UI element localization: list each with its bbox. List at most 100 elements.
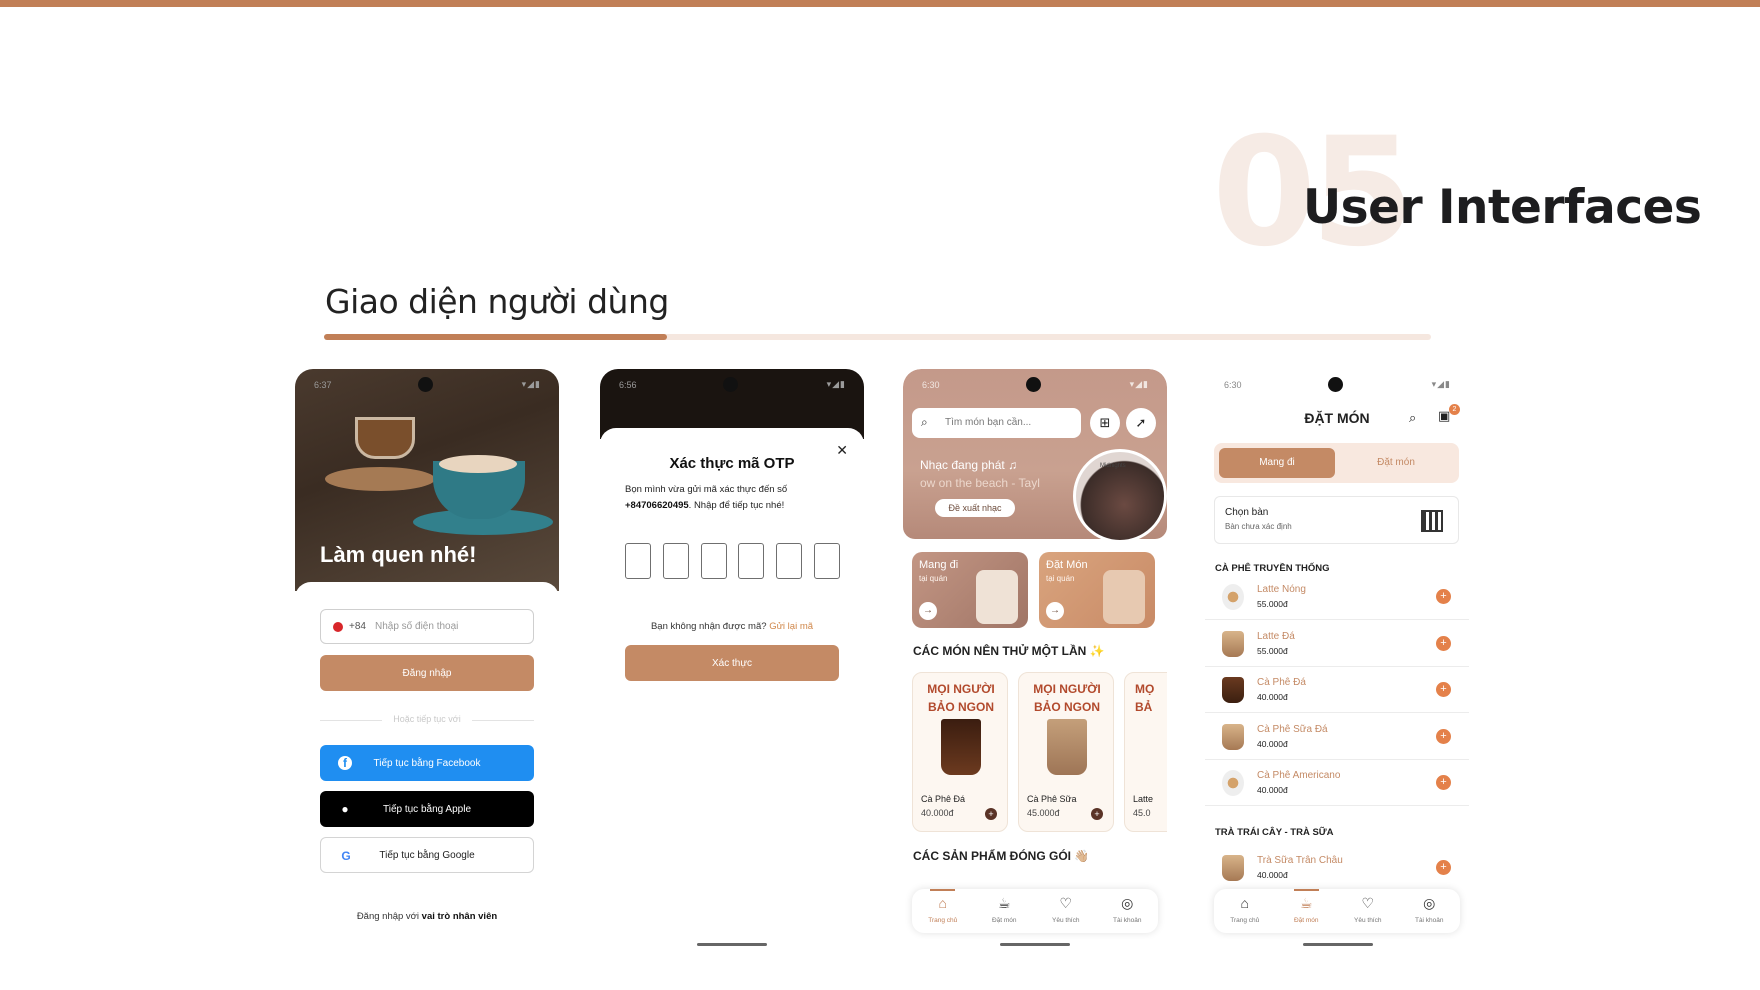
add-icon[interactable]: + [1436, 589, 1451, 604]
rocket-icon[interactable]: ➚ [1126, 408, 1156, 438]
promo-title: Đặt Món [1046, 559, 1088, 571]
tab-account[interactable]: ◎ Tài khoản [1399, 889, 1461, 933]
google-login-button[interactable]: G Tiếp tục bằng Google [320, 837, 534, 873]
home-icon: ⌂ [1240, 895, 1249, 911]
otp-digit-input[interactable] [662, 543, 689, 579]
status-time: 6:30 [922, 380, 940, 390]
tab-favorites[interactable]: ♡ Yêu thích [1337, 889, 1399, 933]
table-selector[interactable]: Chọn bàn Bàn chưa xác định [1214, 496, 1459, 544]
mode-takeaway-tab[interactable]: Mang đi [1219, 448, 1335, 478]
table-label: Chọn bàn [1225, 507, 1269, 518]
login-button[interactable]: Đăng nhập [320, 655, 534, 691]
album-cover[interactable]: Midnights [1073, 449, 1167, 543]
add-icon[interactable]: + [985, 808, 997, 820]
qr-scan-icon[interactable] [1421, 510, 1443, 532]
tab-order[interactable]: ☕ Đặt món [1276, 889, 1338, 933]
coffee-cup-image [1047, 719, 1087, 775]
menu-item[interactable]: Cà Phê Sữa Đá 40.000đ + [1205, 714, 1469, 760]
add-icon[interactable]: + [1436, 636, 1451, 651]
category-heading: TRÀ TRÁI CÂY - TRÀ SỮA [1215, 827, 1334, 838]
status-bar: 6:37 ▾◢▮ [295, 369, 559, 395]
add-icon[interactable]: + [1436, 729, 1451, 744]
add-icon[interactable]: + [1436, 682, 1451, 697]
badge-line: BẢ [1135, 700, 1153, 714]
apple-button-label: Tiếp tục bằng Apple [382, 803, 472, 815]
google-button-label: Tiếp tục bằng Google [379, 849, 475, 861]
status-bar: 6:30 ▾◢▮ [1205, 369, 1469, 395]
tab-label: Tài khoản [1414, 917, 1444, 924]
system-icons: ▾◢▮ [1431, 379, 1451, 389]
apple-login-button[interactable]: ● Tiếp tục bằng Apple [320, 791, 534, 827]
tab-order[interactable]: ☕ Đặt món [974, 889, 1036, 933]
product-card[interactable]: MỌI NGƯỜI BẢO NGON Cà Phê Đá 40.000đ + [912, 672, 1008, 832]
product-name: Cà Phê Đá [921, 794, 966, 804]
camera-cutout [723, 377, 738, 392]
section-title: User Interfaces [1303, 180, 1702, 235]
menu-item[interactable]: Cà Phê Americano 40.000đ + [1205, 760, 1469, 806]
menu-item[interactable]: Latte Đá 55.000đ + [1205, 621, 1469, 667]
cup-icon: ☕ [1299, 895, 1313, 911]
otp-digit-input[interactable] [813, 543, 840, 579]
menu-item[interactable]: Trà Sữa Trân Châu 40.000đ + [1205, 845, 1469, 891]
product-badge: MỌI NGƯỜI BẢO NGON [913, 680, 1009, 716]
coffee-cup-image [941, 719, 981, 775]
user-icon: ◎ [1121, 895, 1134, 911]
item-price: 55.000đ [1257, 646, 1288, 656]
order-mode-switch: Mang đi Đặt món [1214, 443, 1459, 483]
search-input[interactable]: ⌕ Tìm món bạn cần... [912, 408, 1081, 438]
drink-image [1222, 770, 1244, 796]
tab-home[interactable]: ⌂ Trang chủ [1214, 889, 1276, 933]
arrow-right-icon[interactable]: → [919, 602, 937, 620]
otp-digit-input[interactable] [776, 543, 803, 579]
facebook-login-button[interactable]: f Tiếp tục bằng Facebook [320, 745, 534, 781]
tab-account[interactable]: ◎ Tài khoản [1097, 889, 1159, 933]
country-code[interactable]: +84 [349, 621, 366, 632]
product-card[interactable]: MỌI NGƯỜI BẢO NGON Cà Phê Sữa 45.000đ + [1018, 672, 1114, 832]
search-icon[interactable]: ⌕ [1409, 410, 1416, 426]
tab-label: Trang chủ [928, 917, 958, 924]
phone-placeholder: Nhập số điện thoại [375, 621, 459, 632]
order-card[interactable]: Đặt Món tại quán → [1039, 552, 1155, 628]
status-bar: 6:56 ▾◢▮ [600, 369, 864, 395]
camera-cutout [1026, 377, 1041, 392]
staff-login-link[interactable]: vai trò nhân viên [422, 911, 498, 922]
menu-item[interactable]: Latte Nóng 55.000đ + [1205, 574, 1469, 620]
music-song: ow on the beach - Tayl [920, 476, 1040, 490]
product-name: Cà Phê Sữa [1027, 794, 1077, 804]
menu-item[interactable]: Cà Phê Đá 40.000đ + [1205, 667, 1469, 713]
verify-button[interactable]: Xác thực [625, 645, 839, 681]
item-price: 40.000đ [1257, 739, 1288, 749]
arrow-right-icon[interactable]: → [1046, 602, 1064, 620]
item-price: 55.000đ [1257, 599, 1288, 609]
product-name: Latte [1133, 794, 1154, 804]
slide-subtitle: Giao diện người dùng [325, 282, 669, 321]
voucher-icon[interactable]: ⊞ [1090, 408, 1120, 438]
search-placeholder: Tìm món bạn cần... [945, 417, 1032, 428]
google-icon: G [341, 849, 351, 863]
product-image [976, 570, 1018, 624]
otp-digit-input[interactable] [625, 543, 651, 579]
add-icon[interactable]: + [1436, 860, 1451, 875]
suggest-music-button[interactable]: Đề xuất nhạc [935, 499, 1015, 517]
slide-progress-fill [324, 334, 668, 340]
tab-favorites[interactable]: ♡ Yêu thích [1035, 889, 1097, 933]
otp-digit-input[interactable] [700, 543, 727, 579]
tab-label: Yêu thích [1354, 917, 1382, 924]
add-icon[interactable]: + [1436, 775, 1451, 790]
badge-line: MỌI NGƯỜI [1033, 682, 1101, 696]
top-accent-bar [0, 0, 1760, 7]
add-icon[interactable]: + [1091, 808, 1103, 820]
tab-home[interactable]: ⌂ Trang chủ [912, 889, 974, 933]
takeaway-card[interactable]: Mang đi tại quán → [912, 552, 1028, 628]
mode-dine-in-tab[interactable]: Đặt món [1338, 448, 1454, 478]
item-name: Cà Phê Đá [1257, 677, 1306, 688]
product-card[interactable]: MỌ BẢ Latte 45.0 [1124, 672, 1167, 832]
welcome-heading: Làm quen nhé! [320, 542, 477, 567]
phone-number-input[interactable]: +84 Nhập số điện thoại [320, 609, 534, 644]
item-price: 40.000đ [1257, 785, 1288, 795]
resend-code-link[interactable]: Gửi lại mã [769, 621, 813, 632]
home-indicator [1303, 943, 1373, 946]
staff-login-prefix: Đăng nhập với [356, 911, 422, 922]
item-price: 40.000đ [1257, 692, 1288, 702]
otp-digit-input[interactable] [738, 543, 765, 579]
